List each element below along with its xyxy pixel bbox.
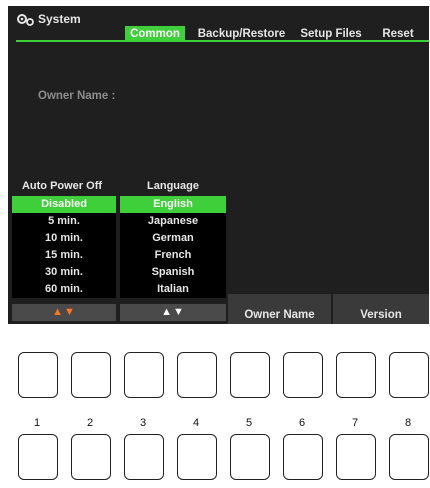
tab-underline: [16, 40, 429, 42]
button-number-2: 2: [86, 417, 94, 429]
upper-button-1[interactable]: [18, 352, 58, 398]
lower-button-2[interactable]: [71, 434, 111, 480]
lower-button-1[interactable]: [18, 434, 58, 480]
version-button[interactable]: Version: [333, 294, 429, 324]
list-item[interactable]: 15 min.: [12, 247, 116, 264]
lower-button-3[interactable]: [124, 434, 164, 480]
upper-button-3[interactable]: [124, 352, 164, 398]
upper-button-2[interactable]: [71, 352, 111, 398]
list-item[interactable]: Italian: [120, 281, 226, 298]
upper-button-7[interactable]: [336, 352, 376, 398]
list-item[interactable]: 60 min.: [12, 281, 116, 298]
lower-button-7[interactable]: [336, 434, 376, 480]
lower-button-6[interactable]: [283, 434, 323, 480]
button-number-8: 8: [404, 417, 412, 429]
list-item[interactable]: English: [120, 196, 226, 213]
upper-button-8[interactable]: [389, 352, 429, 398]
list-item[interactable]: French: [120, 247, 226, 264]
owner-name-button[interactable]: Owner Name: [228, 294, 331, 324]
button-number-4: 4: [192, 417, 200, 429]
display-screen: System Common Backup/Restore Setup Files…: [8, 6, 429, 324]
list-item[interactable]: Japanese: [120, 213, 226, 230]
upper-button-4[interactable]: [177, 352, 217, 398]
button-number-6: 6: [298, 417, 306, 429]
list-item[interactable]: Spanish: [120, 264, 226, 281]
language-header: Language: [147, 180, 199, 192]
upper-button-6[interactable]: [283, 352, 323, 398]
language-scroll-arrows[interactable]: ▲▼: [120, 304, 226, 321]
gears-icon: [17, 14, 34, 26]
lower-button-8[interactable]: [389, 434, 429, 480]
button-number-3: 3: [139, 417, 147, 429]
list-item[interactable]: Disabled: [12, 196, 116, 213]
upper-button-5[interactable]: [230, 352, 270, 398]
lower-button-4[interactable]: [177, 434, 217, 480]
owner-name-label: Owner Name :: [38, 90, 116, 102]
language-list[interactable]: English Japanese German French Spanish I…: [120, 196, 226, 298]
auto-power-off-header: Auto Power Off: [21, 180, 103, 192]
button-number-5: 5: [245, 417, 253, 429]
button-number-7: 7: [351, 417, 359, 429]
auto-power-off-list[interactable]: Disabled 5 min. 10 min. 15 min. 30 min. …: [12, 196, 116, 298]
page-title: System: [38, 12, 81, 26]
lower-button-5[interactable]: [230, 434, 270, 480]
auto-power-off-scroll-arrows[interactable]: ▲▼: [12, 304, 116, 321]
list-item[interactable]: 30 min.: [12, 264, 116, 281]
button-number-1: 1: [33, 417, 41, 429]
list-item[interactable]: 5 min.: [12, 213, 116, 230]
list-item[interactable]: German: [120, 230, 226, 247]
list-item[interactable]: 10 min.: [12, 230, 116, 247]
